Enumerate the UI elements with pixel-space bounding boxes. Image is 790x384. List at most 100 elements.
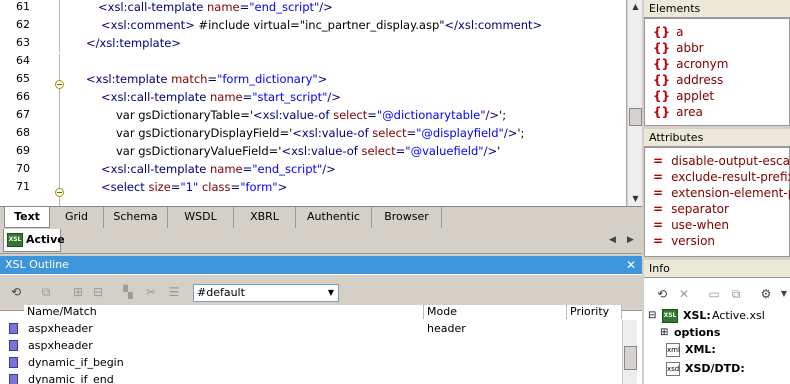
fold-toggle-icon[interactable] — [55, 188, 64, 197]
elements-list: {} a {} abbr {} acronym {} address {} applet {} are… — [644, 18, 790, 126]
list-icon[interactable]: ☰ — [166, 284, 182, 300]
outline-scroll-thumb[interactable] — [624, 346, 637, 370]
tab-wsdl[interactable]: WSDL — [168, 207, 234, 228]
line-number: 62 — [16, 18, 30, 31]
element-item[interactable]: {} acronym — [653, 56, 728, 72]
code-token: <xsl:call-template — [101, 90, 210, 104]
insert-icon[interactable]: ▚ — [120, 284, 136, 300]
element-name: area — [676, 105, 703, 119]
attribute-item[interactable]: = separator — [653, 201, 729, 217]
code-line: var gsDictionaryDisplayField='<xsl:value… — [116, 124, 524, 142]
element-brace-icon: {} — [653, 105, 671, 119]
attribute-equals-icon: = — [653, 170, 664, 184]
info-xsl-label: XSL: — [683, 309, 711, 322]
element-brace-icon: {} — [653, 25, 671, 39]
element-item[interactable]: {} a — [653, 24, 683, 40]
tab-schema[interactable]: Schema — [104, 207, 168, 228]
attribute-equals-icon: = — [653, 218, 664, 232]
tab-next-icon[interactable]: ▶ — [627, 235, 634, 245]
element-item[interactable]: {} applet — [653, 88, 714, 104]
code-token: <xsl:value-of — [253, 108, 334, 122]
tab-prev-icon[interactable]: ◀ — [609, 235, 616, 245]
code-token: "form_dictionary" — [217, 72, 318, 86]
tab-authentic[interactable]: Authentic — [296, 207, 372, 228]
attribute-equals-icon: = — [653, 186, 664, 200]
element-item[interactable]: {} address — [653, 72, 723, 88]
copy-icon[interactable]: ⧉ — [728, 286, 744, 302]
info-xsl-file[interactable]: Active.xsl — [712, 308, 765, 324]
outline-row[interactable]: dynamic_if_begin — [0, 354, 622, 371]
code-token: "@dictionarytable" — [376, 108, 486, 122]
attribute-item[interactable]: = disable-output-escap — [653, 153, 790, 169]
elements-header: Elements — [644, 0, 790, 18]
code-token: "start_script" — [252, 90, 328, 104]
settings-icon[interactable]: ⚙ — [758, 286, 774, 302]
mode-select[interactable]: #default ▼ — [193, 284, 339, 302]
code-token: /> — [327, 90, 341, 104]
code-token: = — [230, 180, 241, 194]
open-folder-icon[interactable]: ▭ — [706, 286, 722, 302]
line-number: 61 — [16, 0, 30, 13]
element-brace-icon: {} — [653, 57, 671, 71]
refresh-icon[interactable]: ⟲ — [8, 284, 24, 300]
chevron-down-icon[interactable]: ▼ — [324, 285, 338, 301]
attribute-item[interactable]: = exclude-result-prefixe — [653, 169, 790, 185]
cut-icon[interactable]: ✂ — [143, 284, 159, 300]
sync-icon[interactable]: ⧉ — [38, 284, 54, 300]
collapse-icon[interactable]: ⊟ — [648, 308, 656, 324]
attributes-title: Attributes — [649, 131, 704, 144]
attribute-name: disable-output-escap — [671, 154, 790, 168]
code-token: /> — [485, 108, 500, 122]
template-icon — [9, 340, 18, 351]
tab-browser[interactable]: Browser — [372, 207, 442, 228]
mode-select-value: #default — [197, 286, 245, 299]
close-icon[interactable]: ✕ — [626, 256, 636, 274]
column-header[interactable]: Mode — [424, 305, 567, 319]
attribute-item[interactable]: = extension-element-pr — [653, 185, 790, 201]
outline-title: XSL Outline — [5, 258, 69, 271]
scroll-thumb[interactable] — [629, 108, 642, 126]
attribute-item[interactable]: = version — [653, 233, 715, 249]
element-item[interactable]: {} area — [653, 104, 703, 120]
code-token: = — [207, 72, 218, 86]
outline-row[interactable]: aspxheader header — [0, 320, 622, 337]
code-token: <select — [101, 180, 149, 194]
code-token: name — [209, 162, 243, 176]
line-number: 67 — [16, 108, 30, 121]
outline-row[interactable]: aspxheader — [0, 337, 622, 354]
code-token: /> — [503, 126, 518, 140]
info-options[interactable]: options — [674, 325, 720, 341]
tab-grid[interactable]: Grid — [50, 207, 104, 228]
outline-vertical-scrollbar[interactable] — [622, 320, 637, 384]
element-item[interactable]: {} abbr — [653, 40, 704, 56]
scroll-up-icon[interactable]: ▲ — [628, 0, 643, 14]
info-xsd-label: XSD/DTD: — [685, 362, 745, 375]
code-token: > — [277, 180, 288, 194]
chevron-down-icon[interactable]: ▼ — [776, 286, 790, 302]
column-header[interactable]: Priority — [567, 305, 622, 319]
code-editor[interactable]: 61 62 63 64 65 66 67 68 69 70 71 <xsl:call-templat… — [0, 0, 627, 206]
refresh-icon[interactable]: ⟲ — [654, 286, 670, 302]
code-token: size — [148, 180, 171, 194]
code-token: #include virtual="inc_partner_display.as… — [194, 18, 445, 32]
column-header[interactable]: Name/Match — [24, 305, 424, 319]
code-token: /> — [319, 0, 333, 14]
outline-row-name: dynamic_if_end — [28, 373, 114, 384]
expand-icon[interactable]: ⊞ — [660, 325, 668, 341]
code-token: var gsDictionaryTable=' — [116, 108, 254, 122]
expand-icon[interactable]: ⊞ — [70, 284, 86, 300]
tab-xbrl[interactable]: XBRL — [234, 207, 296, 228]
code-token: = — [239, 0, 250, 14]
code-token: = — [367, 108, 377, 122]
attribute-name: extension-element-pr — [671, 186, 790, 200]
collapse-icon[interactable]: ⊟ — [90, 284, 106, 300]
attribute-item[interactable]: = use-when — [653, 217, 729, 233]
scroll-down-icon[interactable]: ▼ — [628, 192, 643, 206]
doc-tab-active[interactable]: XSL Active — [3, 229, 65, 252]
outline-row[interactable]: dynamic_if_end — [0, 371, 622, 384]
element-name: abbr — [676, 41, 704, 55]
close-icon[interactable]: ✕ — [676, 286, 692, 302]
fold-toggle-icon[interactable] — [55, 80, 64, 89]
editor-vertical-scrollbar[interactable]: ▲ ▼ — [627, 0, 642, 206]
tab-text[interactable]: Text — [4, 207, 50, 228]
